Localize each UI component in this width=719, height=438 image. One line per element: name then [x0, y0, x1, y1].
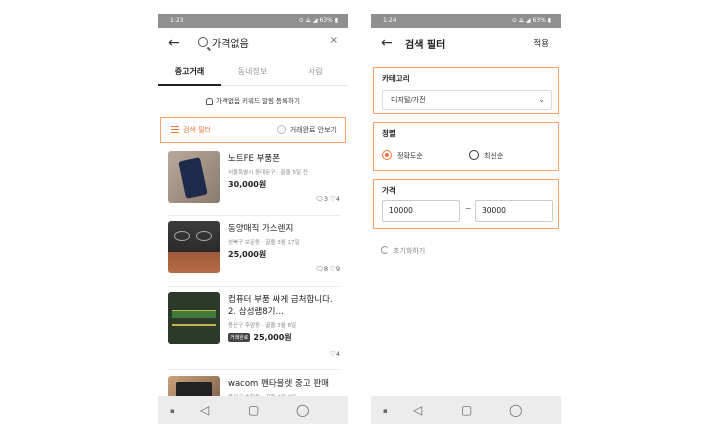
- tab-neighborhood[interactable]: 동네정보: [221, 66, 284, 77]
- apply-button[interactable]: 적용: [533, 37, 549, 49]
- item-price: 30,000원: [228, 180, 267, 189]
- item-title: 컴퓨터 부품 싸게 급처합니다. 2. 삼성램8기…: [228, 295, 333, 317]
- menu-dot-icon[interactable]: ▪: [170, 403, 175, 419]
- price-min-input[interactable]: 10000: [382, 200, 460, 222]
- nav-back-icon[interactable]: ◁: [413, 402, 422, 418]
- item-meta: 서울특별시 동대문구 · 끌올 5일 전: [228, 170, 308, 176]
- reset-button[interactable]: 초기화하기: [381, 246, 425, 256]
- status-bar: 1:24 ⊙ ⟁ ◢ 63% ▮: [371, 14, 561, 28]
- system-nav-bar: ▪ ◁ ▢ ◯: [371, 396, 561, 424]
- tab-people[interactable]: 사람: [284, 66, 347, 77]
- nav-back-icon[interactable]: ◁: [200, 402, 209, 418]
- search-icon: [198, 37, 208, 47]
- tab-indicator: [158, 84, 221, 86]
- item-thumbnail: [168, 151, 220, 203]
- chat-icon: 🗨: [315, 265, 324, 273]
- system-nav-bar: ▪ ◁ ▢ ◯: [158, 396, 348, 424]
- sort-option-latest[interactable]: 최신순: [469, 150, 503, 161]
- search-input[interactable]: 가격없음: [212, 35, 249, 50]
- list-item[interactable]: 노트FE 부품폰 서울특별시 동대문구 · 끌올 5일 전 30,000원 🗨3…: [158, 151, 348, 211]
- nav-recent-icon[interactable]: ◯: [509, 402, 522, 418]
- price-section: 가격 10000 ~ 30000: [373, 179, 559, 229]
- check-circle-icon: [276, 125, 286, 134]
- like-count: 4: [335, 350, 340, 358]
- tab-used-trade[interactable]: 중고거래: [158, 66, 221, 77]
- category-label: 카테고리: [382, 74, 410, 83]
- status-time: 1:24: [383, 17, 397, 24]
- tab-bar: 중고거래 동네정보 사람: [158, 64, 348, 86]
- status-bar: 1:23 ⊙ ⟁ ◢ 63% ▮: [158, 14, 348, 28]
- item-price: 거래완료 25,000원: [228, 332, 292, 343]
- category-select[interactable]: 디지털/가전 ⌄: [382, 90, 552, 110]
- item-thumbnail: [168, 292, 220, 344]
- nav-home-icon[interactable]: ▢: [461, 402, 472, 418]
- divider: [168, 369, 340, 370]
- status-icons: ⊙ ⟁ ◢ 63% ▮: [511, 17, 551, 24]
- menu-dot-icon[interactable]: ▪: [383, 403, 388, 419]
- search-filter-label: 검색 필터: [183, 126, 211, 134]
- status-icons: ⊙ ⟁ ◢ 63% ▮: [298, 17, 338, 24]
- divider: [168, 215, 340, 216]
- item-counts: 🗨8 ♡9: [316, 265, 340, 273]
- like-count: 9: [335, 265, 340, 273]
- radio-unselected-icon: [469, 150, 479, 160]
- hide-completed-toggle[interactable]: 거래완료 안보기: [276, 125, 337, 135]
- chat-count: 3: [323, 195, 328, 203]
- page-title: 검색 필터: [405, 40, 446, 51]
- bell-icon: [206, 97, 214, 105]
- chat-icon: 🗨: [315, 195, 324, 203]
- sort-option-label: 최신순: [484, 152, 504, 160]
- item-title: 동양매직 가스렌지: [228, 224, 294, 234]
- sort-option-label: 정확도순: [397, 152, 423, 160]
- sort-label: 정렬: [382, 129, 396, 138]
- search-filter-button[interactable]: 검색 필터: [171, 125, 211, 135]
- item-meta: 용산구 후암동 · 끌올 3월 8일: [228, 323, 297, 329]
- list-item[interactable]: 동양매직 가스렌지 성북구 보문동 · 끌올 3월 17일 25,000원 🗨8…: [158, 221, 348, 281]
- chat-count: 8: [323, 265, 328, 273]
- hide-completed-label: 거래완료 안보기: [289, 126, 337, 134]
- chevron-down-icon: ⌄: [538, 95, 545, 104]
- list-item[interactable]: 컴퓨터 부품 싸게 급처합니다. 2. 삼성램8기… 용산구 후암동 · 끌올 …: [158, 292, 348, 364]
- keyword-alert-button[interactable]: 가격없음 키워드 알림 등록하기: [158, 94, 348, 110]
- item-counts: 🗨3 ♡4: [316, 195, 340, 203]
- filter-icon: [171, 126, 179, 133]
- nav-home-icon[interactable]: ▢: [248, 402, 259, 418]
- sort-option-accuracy[interactable]: 정확도순: [382, 150, 423, 161]
- status-badge: 거래완료: [228, 333, 251, 342]
- back-arrow-icon[interactable]: ←: [168, 34, 180, 52]
- keyword-alert-label: 가격없음 키워드 알림 등록하기: [216, 97, 300, 105]
- item-title: wacom 펜타블렛 중고 판매: [228, 379, 329, 389]
- search-results-screen: 1:23 ⊙ ⟁ ◢ 63% ▮ ← 가격없음 × 중고거래 동네정보 사람 가…: [158, 14, 348, 424]
- filter-bar: 검색 필터 거래완료 안보기: [160, 117, 346, 143]
- clear-icon[interactable]: ×: [330, 35, 338, 46]
- price-max-input[interactable]: 30000: [475, 200, 553, 222]
- item-meta: 성북구 보문동 · 끌올 3월 17일: [228, 240, 300, 246]
- price-label: 가격: [382, 186, 396, 195]
- item-thumbnail: [168, 221, 220, 273]
- filter-header: ← 검색 필터 적용: [371, 32, 561, 56]
- like-count: 4: [335, 195, 340, 203]
- price-range-separator: ~: [465, 204, 472, 213]
- item-price: 25,000원: [228, 250, 267, 259]
- radio-selected-icon: [382, 150, 392, 160]
- status-time: 1:23: [170, 17, 184, 24]
- reset-label: 초기화하기: [393, 247, 426, 255]
- divider: [168, 286, 340, 287]
- item-counts: ♡4: [330, 350, 340, 358]
- nav-recent-icon[interactable]: ◯: [296, 402, 309, 418]
- sort-section: 정렬 정확도순 최신순: [373, 122, 559, 171]
- item-price-value: 25,000원: [253, 333, 292, 342]
- category-section: 카테고리 디지털/가전 ⌄: [373, 67, 559, 114]
- item-title: 노트FE 부품폰: [228, 154, 281, 164]
- refresh-icon: [381, 246, 389, 254]
- search-filter-screen: 1:24 ⊙ ⟁ ◢ 63% ▮ ← 검색 필터 적용 카테고리 디지털/가전 …: [371, 14, 561, 424]
- category-value: 디지털/가전: [391, 96, 426, 104]
- search-bar: ← 가격없음 ×: [158, 32, 348, 56]
- back-arrow-icon[interactable]: ←: [381, 34, 393, 52]
